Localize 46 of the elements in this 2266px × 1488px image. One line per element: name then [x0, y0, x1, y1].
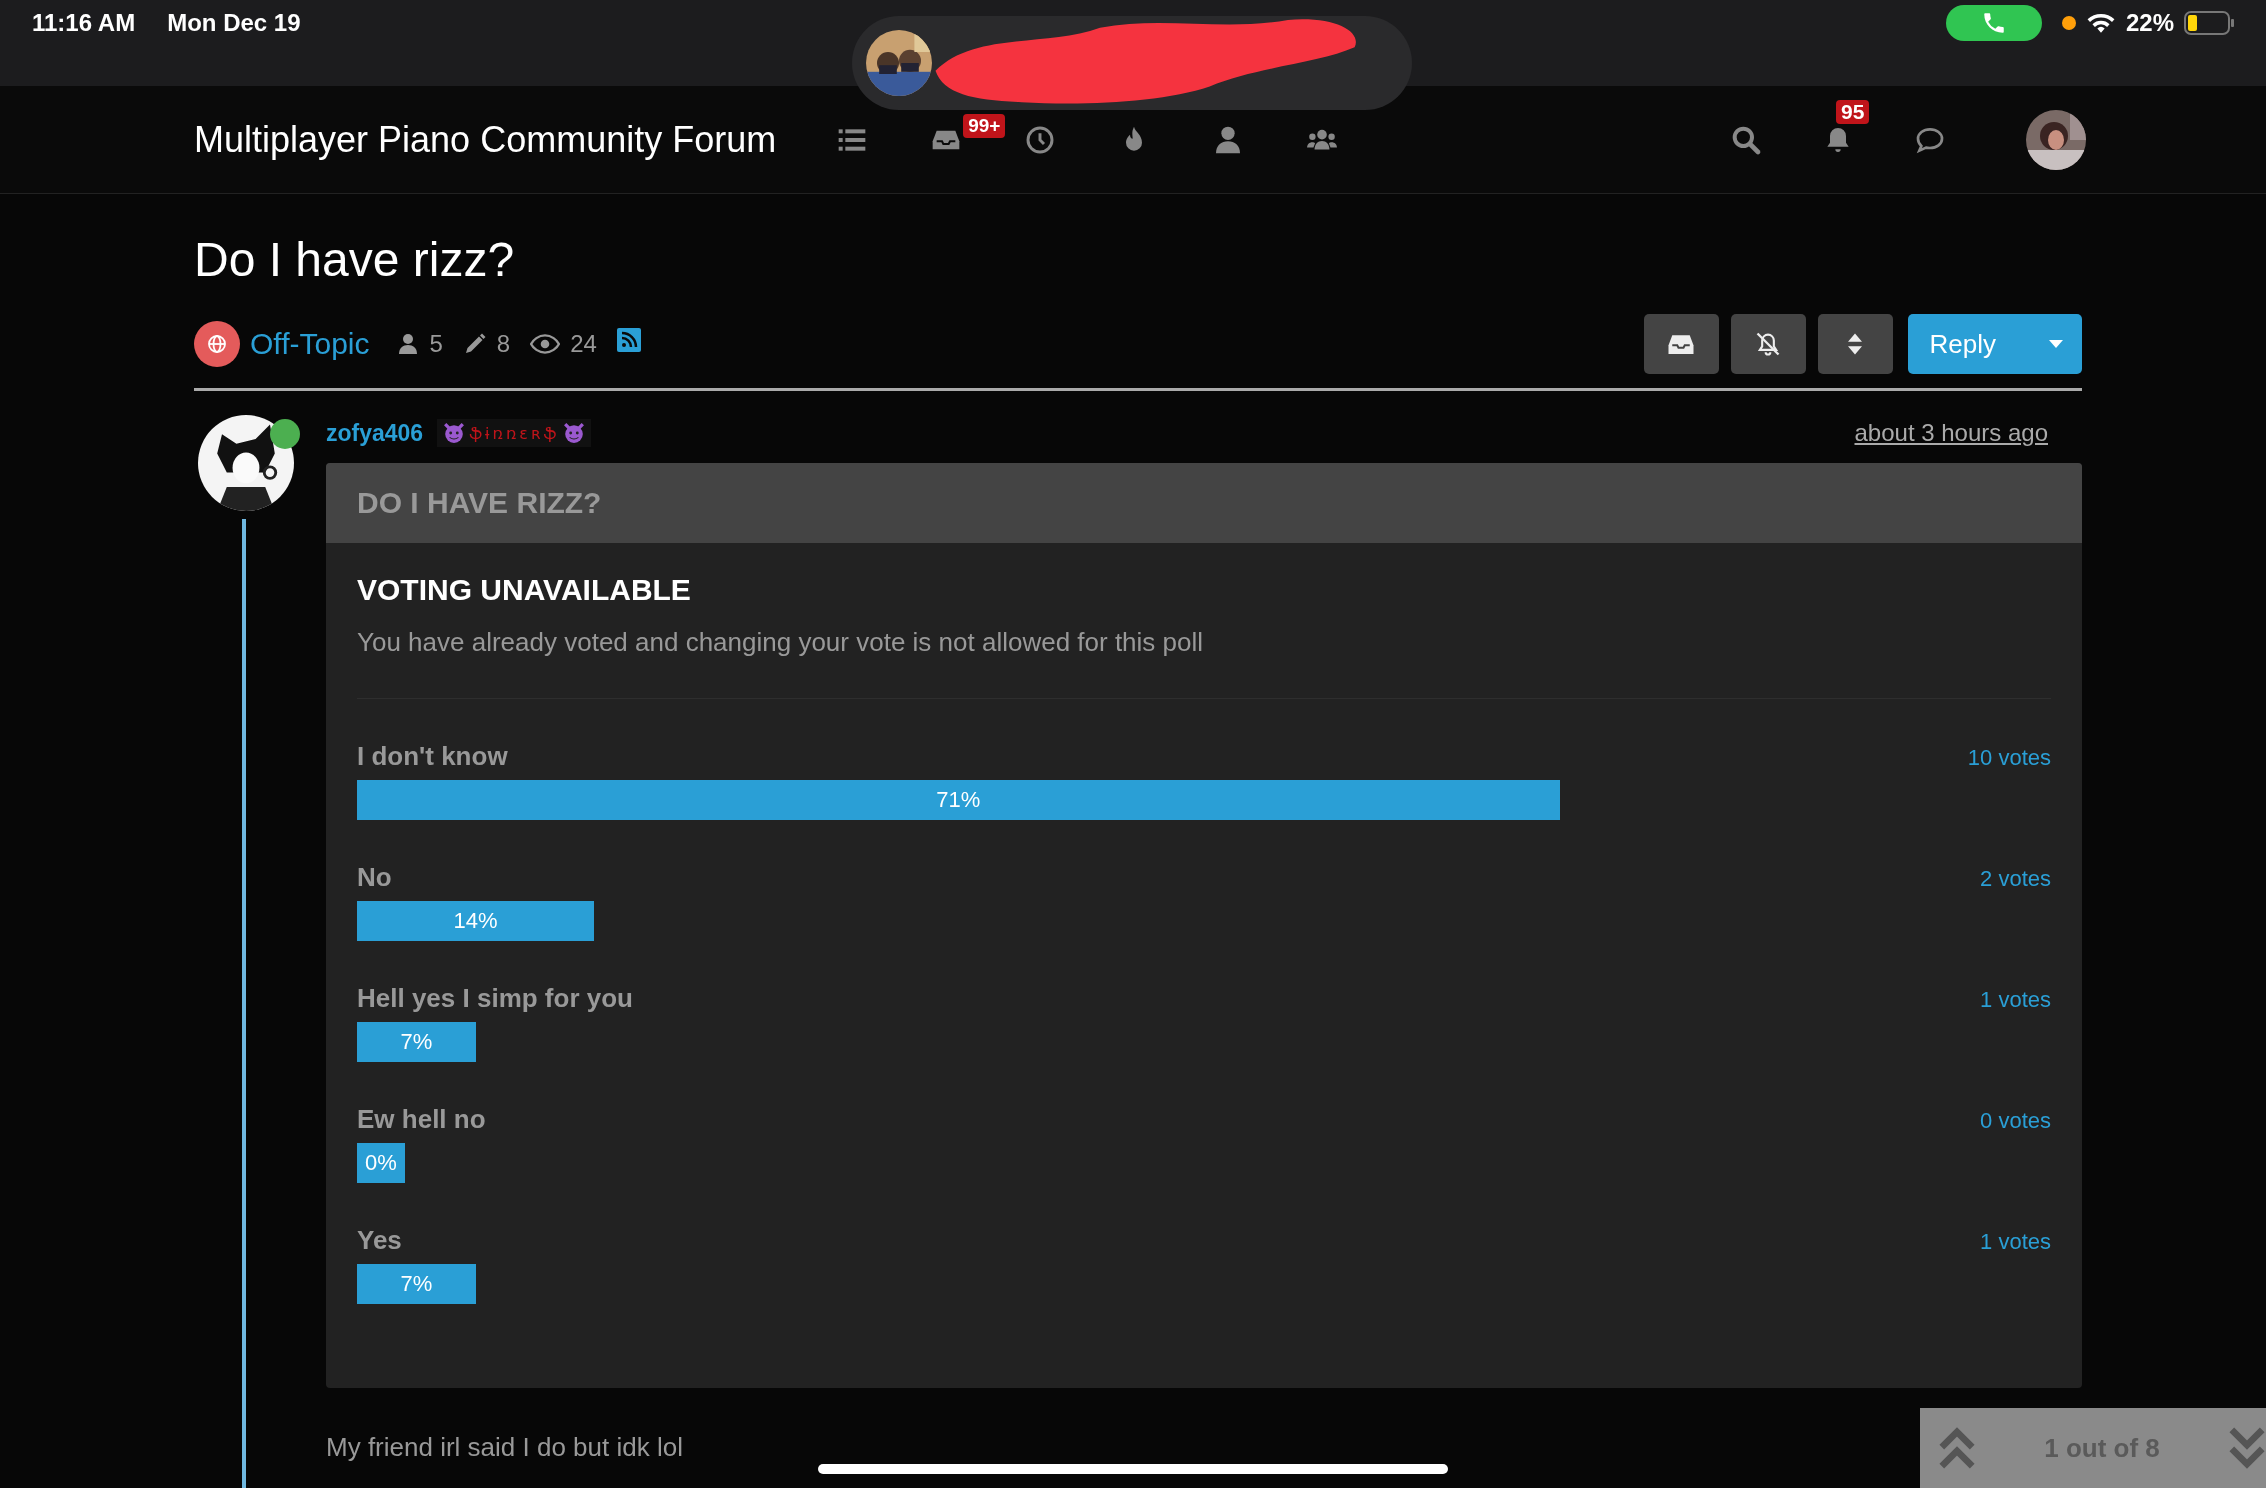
status-date: Mon Dec 19 — [167, 9, 301, 37]
view-count: 24 — [570, 330, 597, 358]
battery-icon — [2184, 11, 2234, 35]
wifi-icon — [2085, 12, 2116, 34]
devil-icon — [563, 422, 586, 444]
option-label: Ew hell no — [357, 1104, 486, 1135]
sort-button[interactable] — [1817, 314, 1893, 374]
option-label: No — [357, 862, 392, 893]
caret-icon — [2048, 339, 2064, 349]
option-label: Yes — [357, 1225, 402, 1256]
result-bar: 71% — [357, 780, 1560, 820]
vote-count: 10 votes — [1967, 745, 2051, 771]
group-badge-text: ֆɨռռɛʀֆ — [469, 423, 560, 443]
notification-badge: 95 — [1836, 99, 1870, 124]
vote-count: 1 votes — [1980, 987, 2051, 1013]
option-label: Hell yes I simp for you — [357, 983, 633, 1014]
post-time-link[interactable]: about 3 hours ago — [1854, 419, 2048, 447]
status-time: 11:16 AM — [32, 9, 136, 37]
call-indicator[interactable] — [1945, 5, 2042, 41]
eye-icon — [530, 333, 561, 355]
post-text: My friend irl said I do but idk lol — [326, 1432, 683, 1463]
inbox-button[interactable] — [1643, 314, 1719, 374]
notice-text: You have already voted and changing your vote is not allowed for this poll — [357, 627, 1205, 658]
result-bar: 0% — [357, 1143, 405, 1183]
mute-button[interactable] — [1730, 314, 1806, 374]
category-link[interactable]: Off-Topic — [250, 327, 370, 361]
site-title[interactable]: Multiplayer Piano Community Forum — [194, 118, 777, 161]
author-name[interactable]: zofya406 — [326, 419, 424, 447]
result-bar: 7% — [357, 1264, 476, 1304]
result-bar: 7% — [357, 1022, 476, 1062]
poster-count: 5 — [429, 330, 443, 358]
unread-badge: 99+ — [963, 113, 1006, 138]
devil-icon — [443, 422, 466, 444]
vote-count: 1 votes — [1980, 1229, 2051, 1255]
vote-count: 2 votes — [1980, 866, 2051, 892]
option-label: I don't know — [357, 741, 508, 772]
mic-indicator-icon — [2061, 16, 2076, 30]
vote-count: 0 votes — [1980, 1108, 2051, 1134]
topic-title: Do I have rizz? — [194, 232, 516, 288]
poll-title: DO I HAVE RIZZ? — [326, 463, 2082, 543]
battery-percent: 22% — [2125, 9, 2174, 37]
globe-icon — [194, 321, 240, 367]
notice-title: VOTING UNAVAILABLE — [357, 573, 692, 607]
rss-icon[interactable] — [616, 328, 641, 352]
post-count: 8 — [496, 330, 511, 358]
result-bar: 14% — [357, 901, 595, 941]
